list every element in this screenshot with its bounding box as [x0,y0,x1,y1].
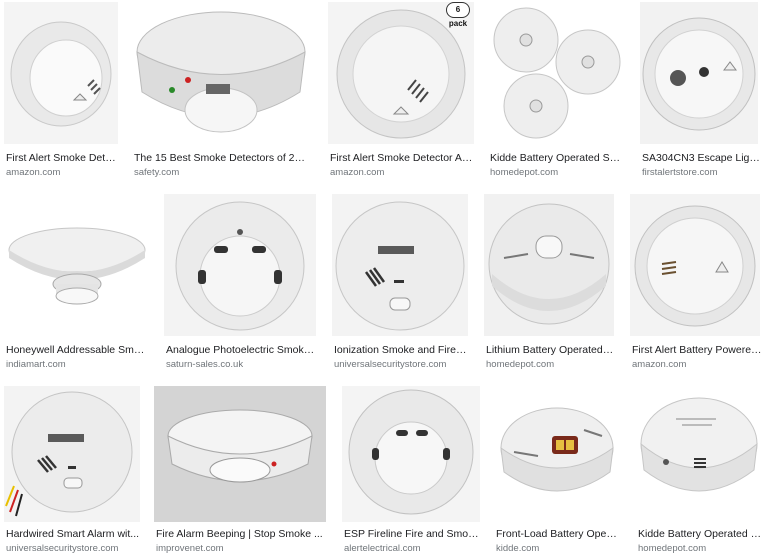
result-source: amazon.com [632,359,687,370]
smoke-detector-image [154,386,326,522]
result-title[interactable]: First Alert Smoke Dete... [6,152,118,165]
result-thumbnail[interactable] [164,194,316,336]
result-card[interactable]: Lithium Battery Operated S... homedepot.… [484,194,614,370]
result-title[interactable]: Front-Load Battery Operat... [496,528,620,541]
result-thumbnail[interactable] [484,194,614,336]
result-card[interactable]: Front-Load Battery Operat... kidde.com [494,386,620,554]
result-card[interactable]: Honeywell Addressable Smok... indiamart.… [4,194,150,370]
result-source: safety.com [134,167,180,178]
result-card[interactable]: Fire Alarm Beeping | Stop Smoke ... impr… [154,386,326,554]
result-card[interactable]: The 15 Best Smoke Detectors of 2019 ... … [132,2,310,180]
result-title[interactable]: Analogue Photoelectric Smoke ... [166,344,316,357]
result-card[interactable]: Kidde Battery Operated S... homedepot.co… [636,386,764,554]
result-card[interactable]: ESP Fireline Fire and Smoke ... alertele… [342,386,480,554]
result-source: amazon.com [330,167,385,178]
smoke-detector-image [132,2,310,144]
result-thumbnail[interactable] [342,386,480,522]
result-card[interactable]: SA304CN3 Escape Light... firstalertstore… [640,2,764,180]
result-source: homedepot.com [486,359,555,370]
result-source: homedepot.com [490,167,559,178]
result-source: saturn-sales.co.uk [166,359,244,370]
result-source: improvenet.com [156,543,224,554]
result-card[interactable]: Analogue Photoelectric Smoke ... saturn-… [164,194,316,370]
result-thumbnail[interactable] [640,2,758,144]
smoke-detector-image [636,386,762,522]
result-title[interactable]: Lithium Battery Operated S... [486,344,614,357]
smoke-detector-image [488,2,624,144]
result-title[interactable]: Ionization Smoke and Fire Al... [334,344,468,357]
smoke-detector-image [4,2,118,144]
result-title[interactable]: The 15 Best Smoke Detectors of 2019 ... [134,152,310,165]
result-source: homedepot.com [638,543,707,554]
result-title[interactable]: Kidde Battery Operated Smo... [490,152,624,165]
result-thumbnail[interactable] [154,386,326,522]
result-source: amazon.com [6,167,61,178]
result-card[interactable]: Hardwired Smart Alarm wit... universalse… [4,386,140,554]
result-title[interactable]: First Alert Battery Powered... [632,344,762,357]
smoke-detector-image [494,386,620,522]
result-thumbnail[interactable] [4,194,150,336]
result-card[interactable]: First Alert Battery Powered... amazon.co… [630,194,764,370]
result-title[interactable]: First Alert Smoke Detector Ala... [330,152,474,165]
smoke-detector-image [332,194,468,336]
result-thumbnail[interactable] [332,194,468,336]
result-thumbnail[interactable] [488,2,624,144]
result-title[interactable]: Hardwired Smart Alarm wit... [6,528,140,541]
pack-count-badge: 6 pack [446,2,470,28]
result-card[interactable]: First Alert Smoke Dete... amazon.com [4,2,118,180]
smoke-detector-image [484,194,614,336]
result-thumbnail[interactable] [494,386,620,522]
result-title[interactable]: SA304CN3 Escape Light... [642,152,764,165]
result-title[interactable]: Kidde Battery Operated S... [638,528,764,541]
result-source: kidde.com [496,543,540,554]
smoke-detector-image [342,386,480,522]
smoke-detector-image [164,194,316,336]
result-title[interactable]: ESP Fireline Fire and Smoke ... [344,528,480,541]
result-thumbnail[interactable] [630,194,760,336]
result-thumbnail[interactable] [4,386,140,522]
smoke-detector-image [4,386,140,522]
result-title[interactable]: Fire Alarm Beeping | Stop Smoke ... [156,528,326,541]
result-card[interactable]: 6 pack First Alert Smoke Detector Ala...… [328,2,474,180]
smoke-detector-image [640,2,758,144]
result-source: universalsecuritystore.com [6,543,119,554]
result-source: indiamart.com [6,359,66,370]
result-title[interactable]: Honeywell Addressable Smok... [6,344,150,357]
smoke-detector-image [630,194,760,336]
result-thumbnail[interactable] [636,386,762,522]
result-thumbnail[interactable] [4,2,118,144]
result-thumbnail[interactable] [132,2,310,144]
result-card[interactable]: Ionization Smoke and Fire Al... universa… [332,194,468,370]
result-source: universalsecuritystore.com [334,359,447,370]
smoke-detector-image [4,194,150,336]
result-source: firstalertstore.com [642,167,718,178]
result-card[interactable]: Kidde Battery Operated Smo... homedepot.… [488,2,624,180]
result-source: alertelectrical.com [344,543,421,554]
